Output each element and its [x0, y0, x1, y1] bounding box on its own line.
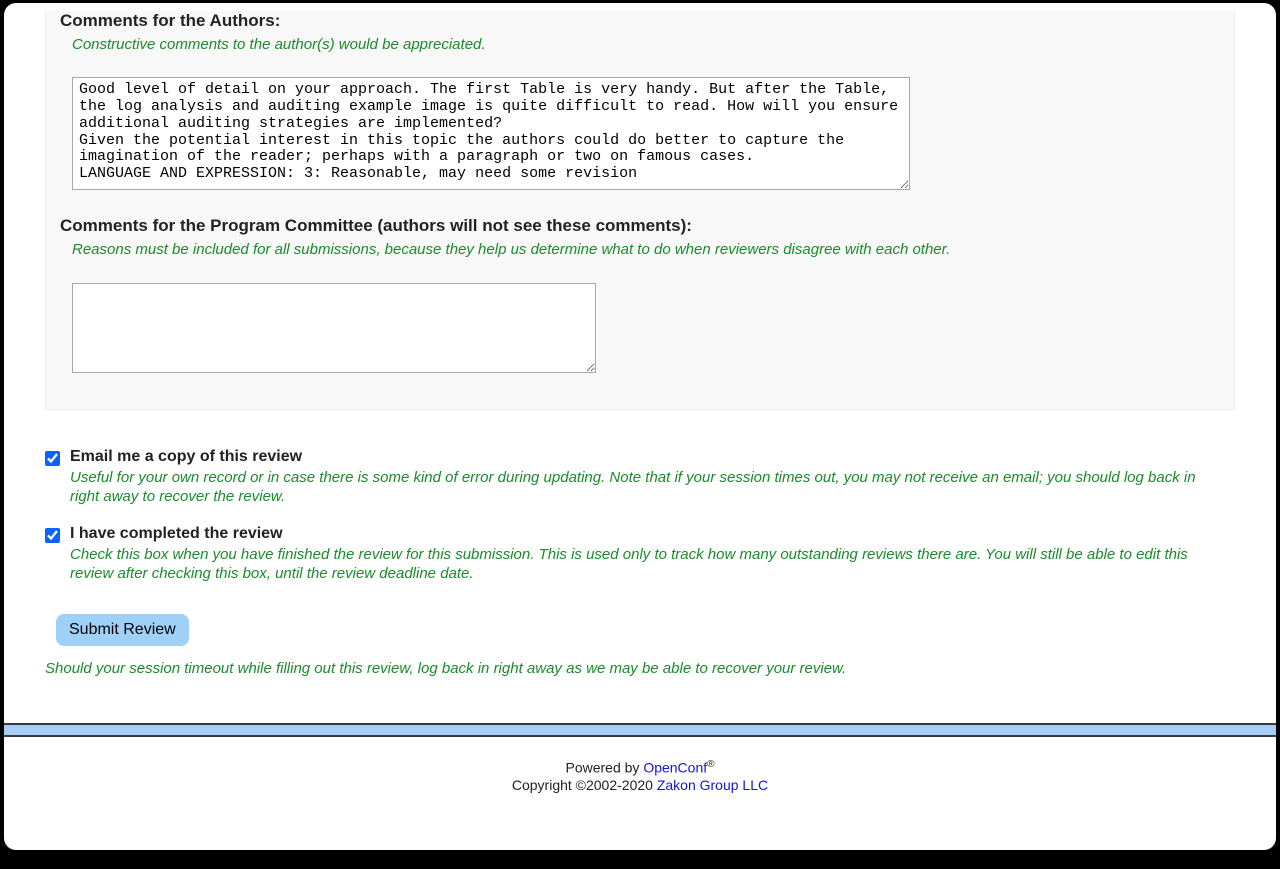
page-content: Comments for the Authors: Constructive c… [4, 3, 1276, 850]
email-copy-label: Email me a copy of this review [70, 448, 1235, 466]
completed-text: I have completed the review Check this b… [70, 525, 1235, 584]
email-copy-row: Email me a copy of this review Useful fo… [45, 448, 1235, 507]
authors-comments-hint: Constructive comments to the author(s) w… [72, 35, 1220, 55]
footer-copyright: Copyright ©2002-2020 Zakon Group LLC [4, 777, 1276, 795]
comments-panel: Comments for the Authors: Constructive c… [45, 11, 1235, 410]
pc-comments-textarea[interactable] [72, 283, 596, 373]
email-copy-checkbox[interactable] [45, 451, 60, 466]
authors-comments-title: Comments for the Authors: [60, 11, 1220, 31]
footer-powered-by: Powered by OpenConf® [4, 759, 1276, 777]
footer-registered-mark: ® [707, 759, 714, 770]
app-window: Comments for the Authors: Constructive c… [4, 3, 1276, 850]
authors-comments-block: Comments for the Authors: Constructive c… [60, 11, 1220, 190]
pc-comments-hint: Reasons must be included for all submiss… [72, 240, 1220, 260]
completed-desc: Check this box when you have finished th… [70, 545, 1235, 584]
completed-label: I have completed the review [70, 525, 1235, 543]
footer-copyright-prefix: Copyright ©2002-2020 [512, 777, 657, 793]
viewport: Comments for the Authors: Constructive c… [0, 0, 1280, 869]
email-copy-text: Email me a copy of this review Useful fo… [70, 448, 1235, 507]
footer-divider [4, 723, 1276, 737]
session-timeout-note: Should your session timeout while fillin… [45, 660, 1235, 677]
pc-comments-title: Comments for the Program Committee (auth… [60, 216, 1220, 236]
completed-checkbox[interactable] [45, 528, 60, 543]
completed-row: I have completed the review Check this b… [45, 525, 1235, 584]
footer-openconf-link[interactable]: OpenConf [643, 759, 707, 775]
footer-zakon-link[interactable]: Zakon Group LLC [657, 777, 768, 793]
footer-powered-by-prefix: Powered by [565, 759, 643, 775]
authors-comments-textarea[interactable] [72, 77, 910, 190]
email-copy-desc: Useful for your own record or in case th… [70, 468, 1235, 507]
submit-review-button[interactable]: Submit Review [56, 614, 189, 646]
submit-row: Submit Review [56, 614, 1276, 646]
footer: Powered by OpenConf® Copyright ©2002-202… [4, 737, 1276, 813]
options-section: Email me a copy of this review Useful fo… [45, 448, 1235, 584]
pc-comments-block: Comments for the Program Committee (auth… [60, 216, 1220, 372]
